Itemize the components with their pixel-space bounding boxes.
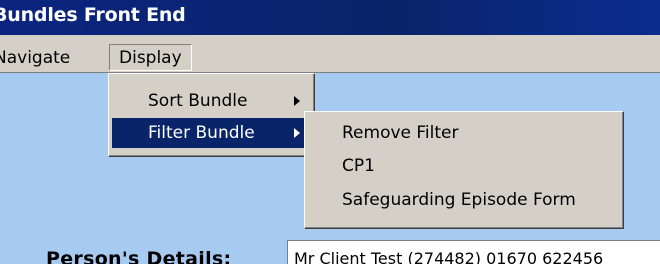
filter-bundle-submenu: Remove Filter CP1 Safeguarding Episode F… <box>304 111 624 229</box>
menu-item-sort-bundle[interactable]: Sort Bundle <box>112 86 308 116</box>
menu-item-remove-filter[interactable]: Remove Filter <box>342 122 459 144</box>
person-details-label: Person's Details: <box>46 248 232 264</box>
app-window: Bundles Front End Navigate Display Perso… <box>0 0 660 264</box>
submenu-arrow-icon <box>294 96 300 106</box>
menu-navigate[interactable]: Navigate <box>0 47 70 69</box>
submenu-arrow-icon <box>294 128 300 138</box>
title-bar[interactable]: Bundles Front End <box>0 0 660 35</box>
window-title: Bundles Front End <box>0 4 186 26</box>
menu-item-safeguarding-episode-form[interactable]: Safeguarding Episode Form <box>342 189 576 211</box>
menu-item-cp1[interactable]: CP1 <box>342 155 375 177</box>
menu-bar: Navigate Display <box>0 35 660 73</box>
menu-display[interactable]: Display <box>109 44 192 71</box>
person-details-value: Mr Client Test (274482) 01670 622456 <box>294 249 604 264</box>
menu-item-filter-bundle[interactable]: Filter Bundle <box>112 118 308 148</box>
person-details-field[interactable]: Mr Client Test (274482) 01670 622456 <box>287 240 660 264</box>
display-dropdown-menu: Sort Bundle Filter Bundle <box>108 73 315 157</box>
menu-item-filter-bundle-label: Filter Bundle <box>148 123 255 143</box>
menu-item-sort-bundle-label: Sort Bundle <box>148 91 248 111</box>
